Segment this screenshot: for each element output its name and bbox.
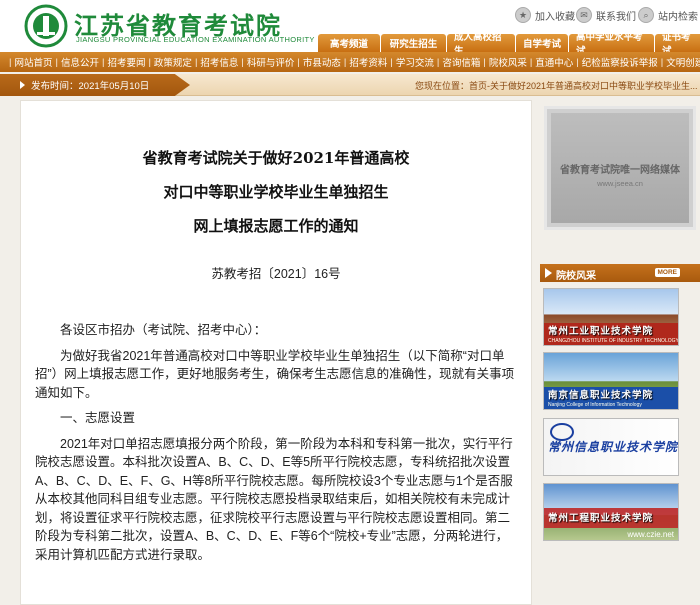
school-section-header: 院校风采 MORE	[540, 264, 700, 282]
contact-us-link[interactable]: ✉ 联系我们	[576, 7, 636, 23]
school-name: 南京信息职业技术学院	[548, 390, 654, 401]
bookmark-icon: ★	[515, 7, 531, 23]
site-subtitle: JIANGSU PROVINCIAL EDUCATION EXAMINATION…	[76, 35, 315, 44]
site-search-link[interactable]: ⌕ 站内检索	[638, 7, 698, 23]
nav-news[interactable]: 招考要闻	[107, 55, 145, 69]
nav-schools[interactable]: 院校风采	[489, 55, 527, 69]
salutation: 各设区市招办（考试院、招考中心）：	[60, 323, 267, 337]
search-icon: ⌕	[638, 7, 654, 23]
nav-local[interactable]: 市县动态	[303, 55, 341, 69]
document-number: 苏教考招〔2021〕16号	[211, 267, 341, 281]
paragraph: 为做好我省2021年普通高校对口中等职业学校毕业生单独招生（以下简称“对口单招”…	[35, 348, 515, 400]
tab-gaokao[interactable]: 高考频道	[318, 34, 380, 52]
paragraph: 2021年对口单招志愿填报分两个阶段，第一阶段为本科和专科第一批次，实行平行院校…	[35, 436, 513, 562]
nav-exchange[interactable]: 学习交流	[396, 55, 434, 69]
tab-adult[interactable]: 成人高校招生	[447, 32, 515, 57]
article-panel: 省教育考试院关于做好2021年普通高校 对口中等职业学校毕业生单独招生 网上填报…	[20, 100, 532, 605]
nav-civility[interactable]: 文明创建	[666, 55, 700, 69]
breadcrumb[interactable]: 您现在位置：首页-关于做好2021年普通高校对口中等职业学校毕业生...	[415, 79, 700, 92]
site-logo-icon[interactable]	[24, 4, 68, 48]
nav-policy[interactable]: 政策规定	[154, 55, 192, 69]
nav-complaints[interactable]: 纪检监察投诉举报	[582, 55, 658, 69]
arrow-icon	[20, 81, 25, 89]
info-bar: 发布时间：2021年05月10日 您现在位置：首页-关于做好2021年普通高校对…	[0, 74, 700, 96]
school-banner-nanjing-info[interactable]: 南京信息职业技术学院 Nanjing College of Informatio…	[543, 352, 679, 410]
school-name: 常州工程职业技术学院	[548, 513, 654, 524]
add-favorite-link[interactable]: ★ 加入收藏	[515, 7, 575, 23]
arrow-icon	[545, 268, 552, 278]
school-en-name: CHANGZHOU INSTITUTE OF INDUSTRY TECHNOLO…	[548, 338, 679, 344]
nav-direct[interactable]: 直通中心	[535, 55, 573, 69]
nav-research[interactable]: 科研与评价	[247, 55, 295, 69]
school-url: www.czie.net	[627, 530, 674, 539]
banner-url: www.jseea.cn	[597, 179, 643, 188]
tab-self-study[interactable]: 自学考试	[516, 34, 568, 52]
school-banner-changzhou-engineering[interactable]: 常州工程职业技术学院 www.czie.net	[543, 483, 679, 541]
article-body: 各设区市招办（考试院、招考中心）： 为做好我省2021年普通高校对口中等职业学校…	[35, 321, 519, 571]
banner-text: 省教育考试院唯一网络媒体	[560, 165, 680, 176]
more-button[interactable]: MORE	[654, 268, 680, 277]
nav-materials[interactable]: 招考资料	[349, 55, 387, 69]
main-nav: | 网站首页 | 信息公开 | 招考要闻 | 政策规定 | 招考信息 | 科研与评价 | 市县…	[0, 52, 700, 72]
tab-certificate[interactable]: 证书考试	[655, 32, 700, 57]
tab-academic-test[interactable]: 高中学业水平考试	[569, 32, 654, 57]
school-name: 常州信息职业技术学院	[548, 440, 679, 454]
school-banner-changzhou-industry[interactable]: 常州工业职业技术学院 CHANGZHOU INSTITUTE OF INDUST…	[543, 288, 679, 346]
article-title-line-3: 网上填报志愿工作的通知	[193, 217, 359, 235]
nav-exam-info[interactable]: 招考信息	[200, 55, 238, 69]
channel-tabs: 高考频道 研究生招生 成人高校招生 自学考试 高中学业水平考试 证书考试	[318, 32, 700, 57]
tab-graduate[interactable]: 研究生招生	[381, 34, 446, 52]
contact-icon: ✉	[576, 7, 592, 23]
section-title: 院校风采	[556, 271, 596, 282]
school-name: 常州工业职业技术学院	[548, 326, 654, 337]
site-header: 江苏省教育考试院 JIANGSU PROVINCIAL EDUCATION EX…	[0, 0, 700, 57]
media-banner[interactable]: 省教育考试院唯一网络媒体 www.jseea.cn	[544, 106, 696, 230]
section-heading: 一、志愿设置	[60, 411, 136, 425]
school-banner-changzhou-info[interactable]: 常州信息职业技术学院	[543, 418, 679, 476]
article-title-line-2: 对口中等职业学校毕业生单独招生	[163, 183, 389, 201]
nav-home[interactable]: 网站首页	[14, 55, 52, 69]
nav-info-public[interactable]: 信息公开	[61, 55, 99, 69]
article-title-line-1: 省教育考试院关于做好2021年普通高校	[142, 149, 410, 167]
publish-date: 发布时间：2021年05月10日	[0, 74, 190, 96]
school-en-name: Nanjing College of Information Technolog…	[548, 402, 642, 408]
nav-mailbox[interactable]: 咨询信箱	[442, 55, 480, 69]
